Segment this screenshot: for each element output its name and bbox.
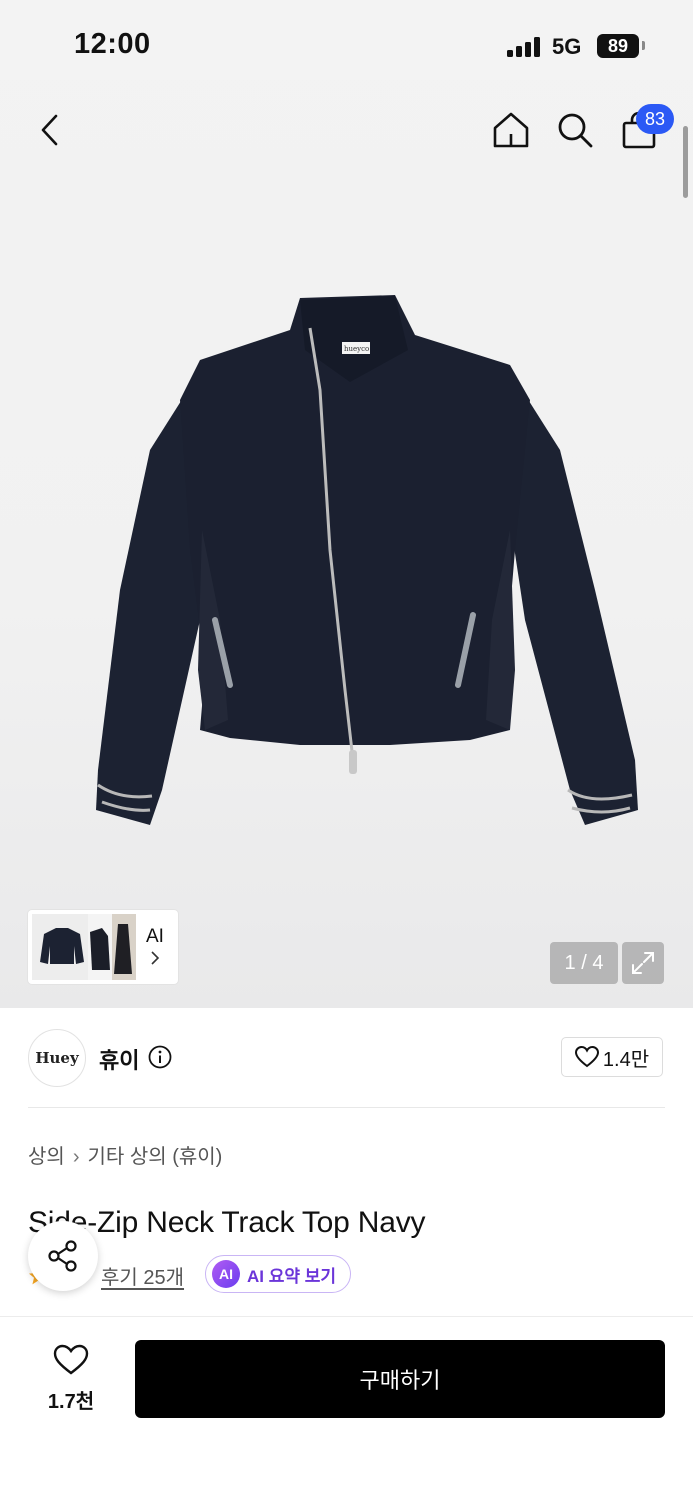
expand-icon [632,952,654,974]
product-image[interactable]: hueyco [90,290,650,850]
info-icon[interactable] [148,1045,172,1069]
brand-like-button[interactable]: 1.4만 [561,1037,663,1077]
breadcrumb: 상의 › 기타 상의 (휴이) [28,1140,222,1169]
share-button[interactable] [28,1221,98,1291]
chevron-right-icon: › [72,1146,80,1168]
wishlist-count: 1.7천 [47,1391,95,1413]
thumbnail-1[interactable] [32,914,92,980]
battery-tip [642,41,645,50]
divider [28,1107,665,1108]
share-icon [48,1240,77,1272]
search-button[interactable] [553,108,597,152]
thumbnail-strip[interactable]: AI [28,910,178,984]
chevron-right-icon [151,951,160,965]
chevron-left-icon [41,114,58,146]
brand-logo-text: Huey [35,1049,79,1067]
ai-summary-label: AI 요약 보기 [247,1266,337,1286]
network-type: 5G [552,34,582,59]
brand-name[interactable]: 휴이 [99,1043,139,1075]
thumbnail-2[interactable] [88,914,112,980]
ai-summary-button[interactable]: AI AI 요약 보기 [205,1255,351,1293]
heart-icon [53,1344,89,1375]
breadcrumb-level2[interactable]: 기타 상의 (휴이) [87,1146,222,1168]
breadcrumb-level1[interactable]: 상의 [28,1146,65,1168]
thumbnail-3[interactable] [112,914,136,980]
status-time: 12:00 [74,28,151,60]
bottom-bar-divider [0,1316,693,1317]
brand-like-count: 1.4만 [602,1048,650,1071]
home-icon [493,112,529,148]
home-button[interactable] [489,108,533,152]
scrollbar[interactable] [683,126,688,198]
garment-label: hueyco [344,345,369,353]
cart-count-badge: 83 [636,104,674,134]
wishlist-button[interactable]: 1.7천 [30,1344,112,1414]
product-gallery[interactable]: 12:00 5G 89 83 hueyco AI 1 / 4 [0,0,693,1008]
battery-icon: 89 [597,34,639,58]
ai-badge: AI [212,1260,240,1288]
fullscreen-button[interactable] [622,942,664,984]
buy-button[interactable]: 구매하기 [135,1340,665,1418]
ai-thumbnail-label[interactable]: AI [146,926,164,948]
brand-logo[interactable]: Huey [28,1029,86,1087]
review-count-link[interactable]: 후기 25개 [101,1261,184,1290]
back-button[interactable] [28,108,72,152]
search-icon [558,113,593,148]
image-page-counter: 1 / 4 [550,942,618,984]
heart-icon [574,1046,599,1068]
signal-icon [507,37,543,57]
